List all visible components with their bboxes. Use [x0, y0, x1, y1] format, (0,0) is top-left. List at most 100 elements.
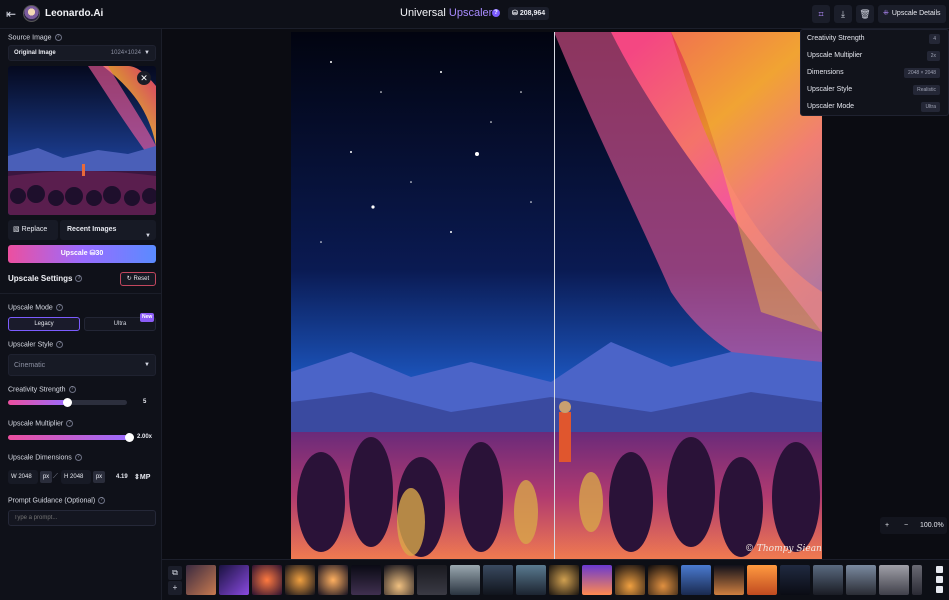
thumbnail[interactable] [780, 565, 810, 595]
replace-button[interactable]: ▧ Replace [8, 220, 58, 240]
thumbnail[interactable] [813, 565, 843, 595]
zoom-control: + − 100.0% [880, 517, 947, 534]
add-icon[interactable]: + [168, 581, 182, 595]
height-field[interactable]: H 2048 [61, 470, 91, 484]
back-arrow-icon[interactable]: ⇤ [6, 7, 20, 21]
mode-label-text: Upscale Mode [8, 304, 53, 312]
compare-slider-divider[interactable] [554, 32, 555, 559]
height-prefix: H [64, 474, 69, 480]
grid-view-icon[interactable] [936, 566, 943, 573]
source-image-art [8, 66, 156, 215]
thumbnail[interactable] [450, 565, 480, 595]
link-icon[interactable]: ⟋ [53, 473, 58, 481]
thumbnail[interactable] [186, 565, 216, 595]
select-icon[interactable]: ⧉ [168, 566, 182, 580]
thumbnail[interactable] [714, 565, 744, 595]
detail-value-multiplier: 2x [926, 51, 940, 61]
thumbnail[interactable] [846, 565, 876, 595]
creativity-slider-handle[interactable] [63, 398, 72, 407]
detail-value-mode: Ultra [921, 102, 940, 112]
multiplier-label-text: Upscale Multiplier [8, 420, 64, 428]
upscale-button[interactable]: Upscale ⛁30 [8, 245, 156, 263]
detail-label-creativity: Creativity Strength [807, 35, 865, 42]
close-icon[interactable]: ✕ [137, 71, 151, 85]
thumbnail[interactable] [318, 565, 348, 595]
magic-icon[interactable]: ⌗ [812, 5, 830, 23]
prompt-input[interactable] [8, 510, 156, 526]
new-badge: New [140, 313, 155, 322]
upscale-details-button[interactable]: ⁜ Upscale Details [878, 5, 946, 23]
strip-view-icon[interactable] [936, 586, 943, 593]
thumbnail[interactable] [912, 565, 922, 595]
help-icon[interactable]: ? [74, 454, 82, 461]
help-icon[interactable]: ? [54, 34, 62, 41]
help-icon[interactable]: ? [98, 497, 106, 504]
zoom-out-icon[interactable]: − [904, 517, 908, 534]
multiplier-slider-handle[interactable] [124, 433, 134, 442]
avatar[interactable] [23, 5, 40, 22]
thumbnail[interactable] [483, 565, 513, 595]
upscale-dimensions-label: Upscale Dimensions? [8, 454, 82, 461]
upscaled-image-art [291, 32, 822, 559]
megapixel-value: 4.19 [116, 474, 128, 480]
recent-images-dropdown[interactable]: Recent Images ▼ [60, 220, 156, 240]
recent-label: Recent Images [67, 226, 117, 233]
help-icon[interactable]: ? [56, 341, 64, 348]
download-icon[interactable]: ⤓ [834, 5, 852, 23]
mode-legacy-button[interactable]: Legacy [8, 317, 80, 331]
artist-signature: © Thompy Siean [745, 544, 822, 554]
multiplier-slider-fill [8, 435, 129, 440]
thumbnail[interactable] [648, 565, 678, 595]
reset-icon: ↻ [126, 276, 132, 282]
megapixel-toggle[interactable]: ⇕MP [134, 473, 150, 481]
thumbnail[interactable] [516, 565, 546, 595]
multiplier-value: 2.00x [137, 434, 153, 440]
upscale-multiplier-label: Upscale Multiplier? [8, 420, 74, 428]
thumbnail[interactable] [285, 565, 315, 595]
thumbnail[interactable] [681, 565, 711, 595]
thumbnail[interactable] [582, 565, 612, 595]
thumbnail[interactable] [252, 565, 282, 595]
width-unit-button[interactable]: px [40, 471, 52, 483]
upscaler-style-label: Upscaler Style? [8, 341, 64, 349]
style-label-text: Upscaler Style [8, 341, 54, 349]
width-prefix: W [11, 474, 17, 480]
list-view-icon[interactable] [936, 576, 943, 583]
creativity-slider[interactable] [8, 398, 127, 407]
thumbnail[interactable] [351, 565, 381, 595]
reset-label: Reset [133, 276, 150, 282]
token-balance-badge[interactable]: ⛁ 208,964 [508, 7, 550, 20]
width-field[interactable]: W 2048 [8, 470, 38, 484]
detail-label-dimensions: Dimensions [807, 69, 844, 76]
thumbnail[interactable] [384, 565, 414, 595]
divider [0, 293, 162, 294]
thumbnail[interactable] [879, 565, 909, 595]
thumbnail[interactable] [219, 565, 249, 595]
upscaler-style-select[interactable]: Cinematic ▼ [8, 354, 156, 376]
help-icon[interactable]: ? [55, 304, 63, 311]
multiplier-slider[interactable] [8, 433, 134, 442]
page-title-main: Universal [400, 7, 449, 19]
trash-icon[interactable]: 🗑 [856, 5, 874, 23]
thumbnail[interactable] [747, 565, 777, 595]
upscaled-image-compare[interactable] [291, 32, 822, 559]
source-image-select[interactable]: Original Image 1024×1024 ▼ [8, 45, 156, 61]
chevron-down-icon: ▼ [145, 233, 151, 239]
help-icon[interactable]: ? [66, 420, 74, 427]
thumbnail[interactable] [615, 565, 645, 595]
chevron-down-icon: ▼ [144, 362, 150, 368]
upscale-settings-title: Upscale Settings? [8, 274, 83, 283]
thumbnail[interactable] [417, 565, 447, 595]
token-count: 208,964 [519, 10, 546, 17]
help-icon[interactable]: ? [68, 386, 76, 393]
height-unit-button[interactable]: px [93, 471, 105, 483]
detail-value-style: Realistic [913, 85, 940, 95]
help-icon[interactable]: ? [75, 275, 83, 283]
thumbnail[interactable] [549, 565, 579, 595]
settings-title-text: Upscale Settings [8, 274, 73, 283]
prompt-label-text: Prompt Guidance (Optional) [8, 497, 96, 505]
help-icon[interactable]: ? [492, 9, 500, 17]
zoom-in-icon[interactable]: + [885, 517, 889, 534]
top-bar: ⇤ Leonardo.Ai Universal Upscaler ? ⛁ 208… [0, 0, 949, 29]
reset-button[interactable]: ↻ Reset [120, 272, 156, 286]
